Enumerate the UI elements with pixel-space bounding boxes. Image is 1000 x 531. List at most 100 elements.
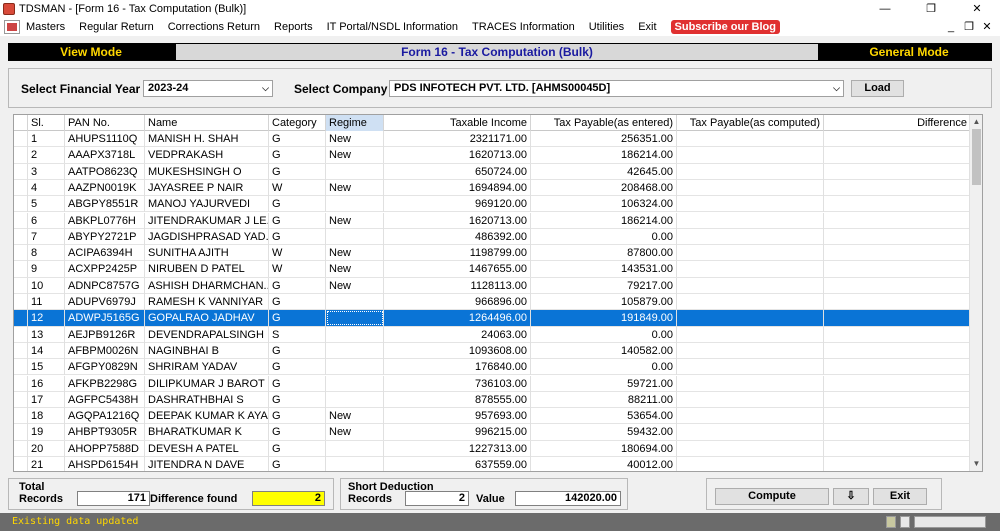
cell-regime[interactable] — [326, 163, 384, 180]
cell-sl[interactable]: 16 — [28, 375, 65, 392]
cell-sl[interactable]: 4 — [28, 179, 65, 196]
cell-name[interactable]: MUKESHSINGH O — [145, 163, 269, 180]
cell-tax-entered[interactable]: 0.00 — [531, 228, 677, 245]
cell-sl[interactable]: 18 — [28, 408, 65, 425]
cell-tax-computed[interactable] — [677, 375, 824, 392]
cell-tax-computed[interactable] — [677, 196, 824, 213]
cell-tax-entered[interactable]: 53654.00 — [531, 408, 677, 425]
cell-taxable-income[interactable]: 966896.00 — [384, 294, 531, 310]
cell-tax-entered[interactable]: 105879.00 — [531, 294, 677, 310]
cell-regime[interactable] — [326, 440, 384, 457]
cell-tax-entered[interactable]: 0.00 — [531, 326, 677, 343]
minimize-button[interactable]: — — [862, 0, 908, 17]
scroll-up-icon[interactable]: ▲ — [970, 115, 982, 129]
cell-name[interactable]: RAMESH K VANNIYAR — [145, 294, 269, 310]
cell-taxable-income[interactable]: 1198799.00 — [384, 245, 531, 262]
cell-name[interactable]: DILIPKUMAR J BAROT — [145, 375, 269, 392]
col-header-difference[interactable]: Difference — [824, 115, 971, 131]
cell-name[interactable]: DEVESH A PATEL — [145, 440, 269, 457]
menu-exit[interactable]: Exit — [638, 21, 656, 33]
cell-difference[interactable] — [824, 261, 971, 278]
cell-taxable-income[interactable]: 24063.00 — [384, 326, 531, 343]
table-row[interactable]: 21 AHSPD6154H JITENDRA N DAVE G 637559.00 400… — [14, 457, 971, 471]
row-selector[interactable] — [14, 147, 28, 164]
cell-sl[interactable]: 15 — [28, 359, 65, 376]
cell-difference[interactable] — [824, 163, 971, 180]
row-selector[interactable] — [14, 424, 28, 441]
cell-tax-entered[interactable]: 140582.00 — [531, 342, 677, 359]
cell-taxable-income[interactable]: 1467655.00 — [384, 261, 531, 278]
cell-pan[interactable]: AHBPT9305R — [65, 424, 145, 441]
cell-tax-entered[interactable]: 87800.00 — [531, 245, 677, 262]
cell-tax-entered[interactable]: 186214.00 — [531, 212, 677, 229]
cell-pan[interactable]: AGQPA1216Q — [65, 408, 145, 425]
cell-pan[interactable]: ACXPP2425P — [65, 261, 145, 278]
restore-button[interactable]: ❐ — [908, 0, 954, 17]
cell-sl[interactable]: 17 — [28, 391, 65, 408]
cell-regime[interactable] — [326, 196, 384, 213]
row-selector[interactable] — [14, 310, 28, 327]
cell-category[interactable]: G — [269, 342, 326, 359]
row-selector[interactable] — [14, 359, 28, 376]
col-header-tax-entered[interactable]: Tax Payable(as entered) — [531, 115, 677, 131]
cell-sl[interactable]: 3 — [28, 163, 65, 180]
table-row[interactable]: 18 AGQPA1216Q DEEPAK KUMAR K AYAR G New 95769… — [14, 408, 971, 425]
cell-name[interactable]: JAGDISHPRASAD YAD... — [145, 228, 269, 245]
cell-taxable-income[interactable]: 650724.00 — [384, 163, 531, 180]
cell-sl[interactable]: 12 — [28, 310, 65, 327]
cell-regime[interactable]: New — [326, 261, 384, 278]
cell-name[interactable]: JITENDRA N DAVE — [145, 457, 269, 471]
cell-name[interactable]: GOPALRAO JADHAV — [145, 310, 269, 327]
menu-utilities[interactable]: Utilities — [589, 21, 624, 33]
table-row[interactable]: 16 AFKPB2298G DILIPKUMAR J BAROT G 736103.00… — [14, 375, 971, 392]
col-header-regime[interactable]: Regime — [326, 115, 384, 131]
cell-category[interactable]: G — [269, 196, 326, 213]
cell-pan[interactable]: ABKPL0776H — [65, 212, 145, 229]
cell-tax-computed[interactable] — [677, 147, 824, 164]
cell-pan[interactable]: ABGPY8551R — [65, 196, 145, 213]
cell-sl[interactable]: 13 — [28, 326, 65, 343]
cell-name[interactable]: NAGINBHAI B — [145, 342, 269, 359]
cell-name[interactable]: VEDPRAKASH — [145, 147, 269, 164]
cell-tax-entered[interactable]: 180694.00 — [531, 440, 677, 457]
cell-sl[interactable]: 21 — [28, 457, 65, 471]
cell-pan[interactable]: ADWPJ5165G — [65, 310, 145, 327]
cell-difference[interactable] — [824, 326, 971, 343]
cell-tax-computed[interactable] — [677, 310, 824, 327]
row-selector[interactable] — [14, 163, 28, 180]
cell-tax-computed[interactable] — [677, 359, 824, 376]
cell-category[interactable]: G — [269, 147, 326, 164]
cell-category[interactable]: G — [269, 310, 326, 327]
cell-regime[interactable] — [326, 391, 384, 408]
row-selector[interactable] — [14, 196, 28, 213]
cell-tax-computed[interactable] — [677, 277, 824, 294]
cell-regime[interactable] — [326, 342, 384, 359]
cell-category[interactable]: W — [269, 245, 326, 262]
cell-taxable-income[interactable]: 486392.00 — [384, 228, 531, 245]
scroll-thumb[interactable] — [972, 129, 981, 185]
cell-tax-computed[interactable] — [677, 294, 824, 310]
cell-tax-entered[interactable]: 106324.00 — [531, 196, 677, 213]
cell-difference[interactable] — [824, 131, 971, 147]
cell-taxable-income[interactable]: 878555.00 — [384, 391, 531, 408]
cell-tax-entered[interactable]: 59432.00 — [531, 424, 677, 441]
table-row[interactable]: 6 ABKPL0776H JITENDRAKUMAR J LE... G New 1620… — [14, 212, 971, 229]
table-row[interactable]: 20 AHOPP7588D DEVESH A PATEL G 1227313.00 180… — [14, 440, 971, 457]
company-select[interactable]: PDS INFOTECH PVT. LTD. [AHMS00045D] ⌵ — [389, 80, 844, 97]
cell-pan[interactable]: AEJPB9126R — [65, 326, 145, 343]
cell-category[interactable]: G — [269, 294, 326, 310]
cell-category[interactable]: G — [269, 228, 326, 245]
table-row[interactable]: 7 ABYPY2721P JAGDISHPRASAD YAD... G 486392.0… — [14, 228, 971, 246]
subscribe-blog-button[interactable]: Subscribe our Blog — [670, 19, 780, 34]
load-button[interactable]: Load — [851, 80, 904, 97]
cell-difference[interactable] — [824, 310, 971, 327]
cell-tax-computed[interactable] — [677, 163, 824, 180]
cell-difference[interactable] — [824, 375, 971, 392]
cell-name[interactable]: SHRIRAM YADAV — [145, 359, 269, 376]
table-row[interactable]: 14 AFBPM0026N NAGINBHAI B G 1093608.00 140582… — [14, 342, 971, 360]
cell-difference[interactable] — [824, 228, 971, 245]
cell-difference[interactable] — [824, 391, 971, 408]
table-row[interactable]: 2 AAAPX3718L VEDPRAKASH G New 1620713.00 18621… — [14, 147, 971, 164]
row-selector[interactable] — [14, 375, 28, 392]
table-row[interactable]: 5 ABGPY8551R MANOJ YAJURVEDI G 969120.00 1063… — [14, 196, 971, 213]
